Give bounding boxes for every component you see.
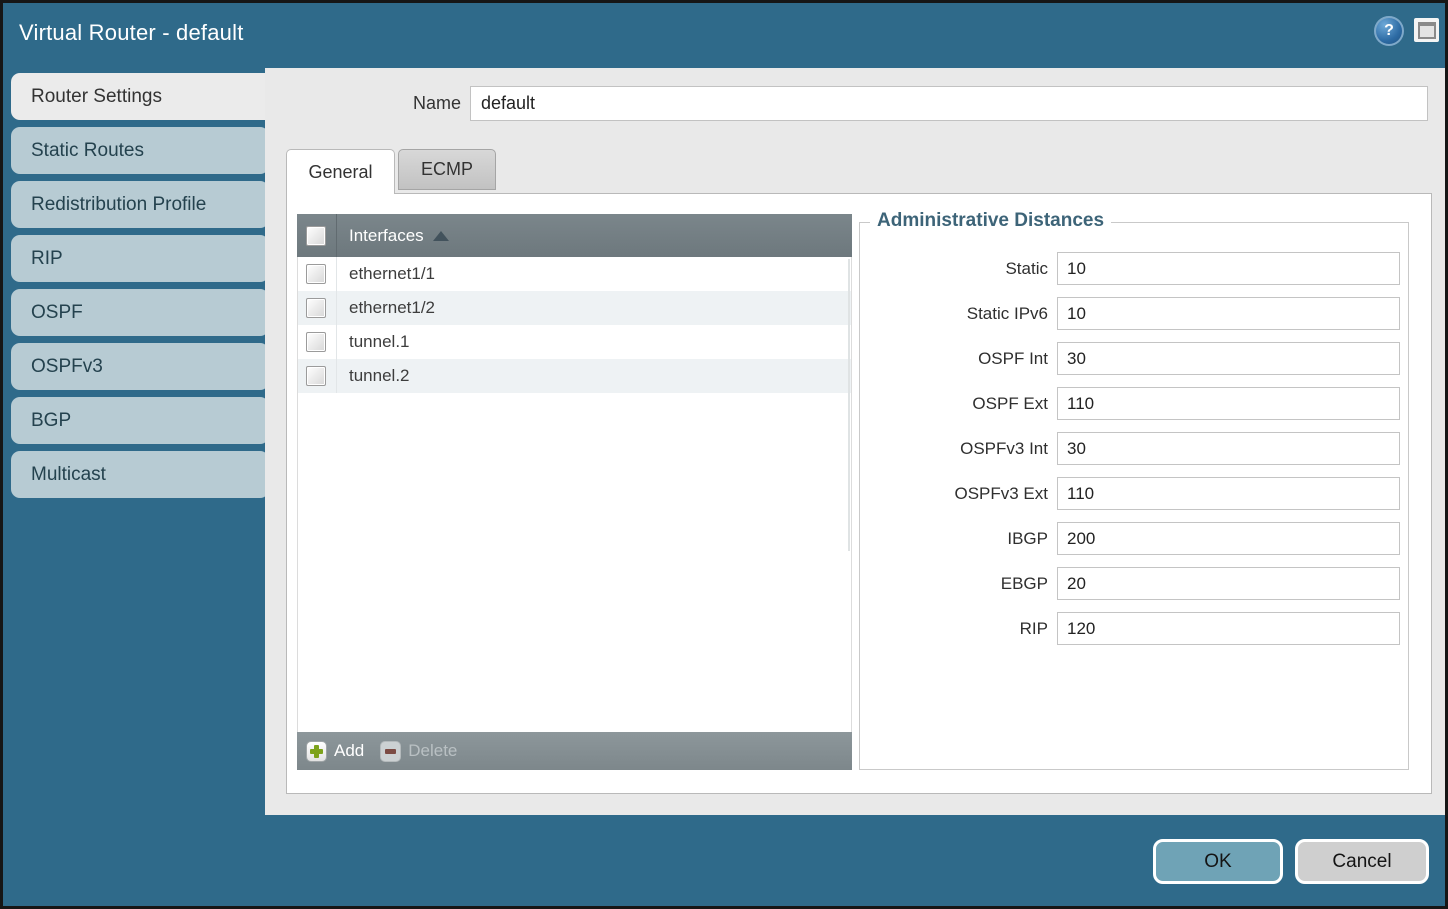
field-label: RIP <box>860 619 1057 639</box>
field-label: Static IPv6 <box>860 304 1057 324</box>
minus-icon <box>380 741 401 762</box>
help-icon[interactable]: ? <box>1374 16 1404 46</box>
table-row[interactable]: ethernet1/1 <box>298 257 851 291</box>
ospf-int-distance-input[interactable] <box>1057 342 1400 375</box>
sidebar-item-redistribution-profile[interactable]: Redistribution Profile <box>11 181 269 228</box>
field-label: OSPFv3 Ext <box>860 484 1057 504</box>
field-label: OSPFv3 Int <box>860 439 1057 459</box>
interfaces-header-row[interactable]: Interfaces <box>297 214 852 257</box>
field-row-ebgp: EBGP <box>860 567 1408 600</box>
delete-button-label: Delete <box>408 741 457 761</box>
sidebar-item-label: Multicast <box>31 464 106 486</box>
interface-name: ethernet1/1 <box>336 257 851 291</box>
ebgp-distance-input[interactable] <box>1057 567 1400 600</box>
field-label: EBGP <box>860 574 1057 594</box>
field-row-rip: RIP <box>860 612 1408 645</box>
ospfv3-int-distance-input[interactable] <box>1057 432 1400 465</box>
sidebar-item-label: Redistribution Profile <box>31 194 206 216</box>
select-all-checkbox[interactable] <box>306 226 326 246</box>
name-input[interactable] <box>470 86 1428 121</box>
window-pane-glyph <box>1418 22 1436 39</box>
general-tab-content: Interfaces ethernet1/1 ethernet1/2 <box>286 193 1432 794</box>
interfaces-column-header: Interfaces <box>349 226 424 246</box>
interfaces-rows: ethernet1/1 ethernet1/2 tunnel.1 tunnel.… <box>297 257 852 732</box>
field-row-ibgp: IBGP <box>860 522 1408 555</box>
sidebar-item-label: OSPFv3 <box>31 356 103 378</box>
table-toolbar: Add Delete <box>297 732 852 770</box>
rip-distance-input[interactable] <box>1057 612 1400 645</box>
field-row-ospf-ext: OSPF Ext <box>860 387 1408 420</box>
sidebar-item-label: BGP <box>31 410 71 432</box>
cancel-button[interactable]: Cancel <box>1295 839 1429 884</box>
row-checkbox[interactable] <box>306 298 326 318</box>
sidebar-item-label: OSPF <box>31 302 83 324</box>
table-row[interactable]: tunnel.1 <box>298 325 851 359</box>
field-row-static: Static <box>860 252 1408 285</box>
window-restore-icon[interactable] <box>1414 18 1439 42</box>
table-row[interactable]: ethernet1/2 <box>298 291 851 325</box>
tab-label: General <box>308 162 372 183</box>
sidebar: Router Settings Static Routes Redistribu… <box>11 73 267 498</box>
interface-name: tunnel.2 <box>336 359 851 393</box>
sidebar-item-multicast[interactable]: Multicast <box>11 451 269 498</box>
ibgp-distance-input[interactable] <box>1057 522 1400 555</box>
interfaces-table: Interfaces ethernet1/1 ethernet1/2 <box>297 214 852 770</box>
help-glyph: ? <box>1384 22 1394 40</box>
tab-general[interactable]: General <box>286 149 395 194</box>
delete-button[interactable]: Delete <box>380 741 457 762</box>
sidebar-item-label: Router Settings <box>31 86 162 108</box>
administrative-distances-group: Administrative Distances Static Static I… <box>859 222 1409 770</box>
sidebar-item-router-settings[interactable]: Router Settings <box>11 73 275 120</box>
name-label: Name <box>265 86 461 121</box>
title-bar: Virtual Router - default ? <box>3 3 1445 68</box>
plus-icon <box>306 741 327 762</box>
sidebar-item-ospf[interactable]: OSPF <box>11 289 269 336</box>
row-checkbox[interactable] <box>306 264 326 284</box>
interface-name: ethernet1/2 <box>336 291 851 325</box>
virtual-router-dialog: Virtual Router - default ? Router Settin… <box>0 0 1448 909</box>
ospf-ext-distance-input[interactable] <box>1057 387 1400 420</box>
table-row[interactable]: tunnel.2 <box>298 359 851 393</box>
tab-label: ECMP <box>421 159 473 180</box>
sidebar-item-bgp[interactable]: BGP <box>11 397 269 444</box>
field-label: OSPF Ext <box>860 394 1057 414</box>
static-ipv6-distance-input[interactable] <box>1057 297 1400 330</box>
group-legend: Administrative Distances <box>870 210 1111 232</box>
field-label: Static <box>860 259 1057 279</box>
ok-button[interactable]: OK <box>1153 839 1283 884</box>
field-label: IBGP <box>860 529 1057 549</box>
add-button-label: Add <box>334 741 364 761</box>
ospfv3-ext-distance-input[interactable] <box>1057 477 1400 510</box>
dialog-title: Virtual Router - default <box>19 20 244 46</box>
field-row-ospfv3-int: OSPFv3 Int <box>860 432 1408 465</box>
sidebar-item-ospfv3[interactable]: OSPFv3 <box>11 343 269 390</box>
sidebar-item-label: RIP <box>31 248 63 270</box>
field-row-ospfv3-ext: OSPFv3 Ext <box>860 477 1408 510</box>
add-button[interactable]: Add <box>306 741 364 762</box>
field-row-static-ipv6: Static IPv6 <box>860 297 1408 330</box>
row-checkbox[interactable] <box>306 332 326 352</box>
field-label: OSPF Int <box>860 349 1057 369</box>
static-distance-input[interactable] <box>1057 252 1400 285</box>
tab-ecmp[interactable]: ECMP <box>398 149 496 190</box>
sidebar-item-label: Static Routes <box>31 140 144 162</box>
row-checkbox[interactable] <box>306 366 326 386</box>
sort-ascending-icon <box>433 231 449 241</box>
main-panel: Name General ECMP Interfaces <box>265 68 1445 815</box>
field-row-ospf-int: OSPF Int <box>860 342 1408 375</box>
interface-name: tunnel.1 <box>336 325 851 359</box>
sidebar-item-rip[interactable]: RIP <box>11 235 269 282</box>
sidebar-item-static-routes[interactable]: Static Routes <box>11 127 269 174</box>
